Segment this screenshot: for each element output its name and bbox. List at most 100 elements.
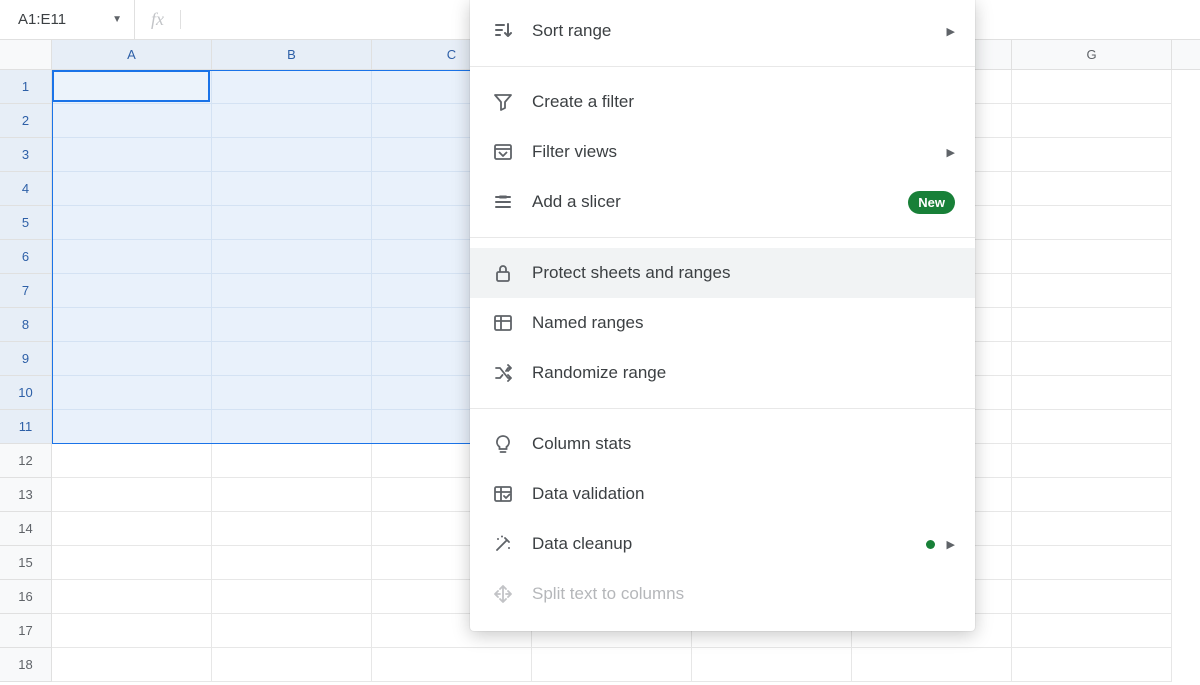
menu-item-sort-range[interactable]: Sort range▶ [470, 6, 975, 56]
cell[interactable] [1012, 104, 1172, 138]
menu-item-label: Create a filter [532, 92, 937, 112]
cell[interactable] [1012, 308, 1172, 342]
cell[interactable] [212, 138, 372, 172]
cell[interactable] [212, 410, 372, 444]
cell[interactable] [1012, 648, 1172, 682]
chevron-right-icon: ▶ [947, 146, 955, 159]
select-all-corner[interactable] [0, 40, 52, 69]
cell[interactable] [212, 240, 372, 274]
cell[interactable] [52, 580, 212, 614]
cell[interactable] [52, 648, 212, 682]
cell[interactable] [52, 308, 212, 342]
cell[interactable] [212, 614, 372, 648]
cell[interactable] [212, 512, 372, 546]
row-header[interactable]: 13 [0, 478, 52, 512]
cell[interactable] [1012, 274, 1172, 308]
menu-item-create-filter[interactable]: Create a filter [470, 77, 975, 127]
cell[interactable] [1012, 206, 1172, 240]
cell[interactable] [52, 104, 212, 138]
row-header[interactable]: 15 [0, 546, 52, 580]
menu-item-add-slicer[interactable]: Add a slicerNew [470, 177, 975, 227]
cell[interactable] [52, 376, 212, 410]
cell[interactable] [1012, 444, 1172, 478]
cell[interactable] [1012, 614, 1172, 648]
cell[interactable] [52, 410, 212, 444]
cell[interactable] [212, 70, 372, 104]
cell[interactable] [1012, 376, 1172, 410]
cell[interactable] [1012, 478, 1172, 512]
cell[interactable] [52, 614, 212, 648]
cell[interactable] [212, 546, 372, 580]
cell[interactable] [52, 70, 212, 104]
row-header[interactable]: 10 [0, 376, 52, 410]
cell[interactable] [52, 342, 212, 376]
menu-item-filter-views[interactable]: Filter views ▶ [470, 127, 975, 177]
cell[interactable] [212, 104, 372, 138]
cell[interactable] [52, 444, 212, 478]
menu-item-label: Filter views [532, 142, 929, 162]
cell[interactable] [52, 172, 212, 206]
cell[interactable] [1012, 240, 1172, 274]
lock-icon [492, 262, 514, 284]
row-header[interactable]: 2 [0, 104, 52, 138]
row-header[interactable]: 7 [0, 274, 52, 308]
cell[interactable] [1012, 512, 1172, 546]
cell[interactable] [1012, 342, 1172, 376]
row-header[interactable]: 5 [0, 206, 52, 240]
cell[interactable] [212, 342, 372, 376]
row-header[interactable]: 8 [0, 308, 52, 342]
cell[interactable] [532, 648, 692, 682]
row-header[interactable]: 14 [0, 512, 52, 546]
cell[interactable] [212, 580, 372, 614]
menu-item-label: Split text to columns [532, 584, 937, 604]
cell[interactable] [1012, 70, 1172, 104]
row-header[interactable]: 9 [0, 342, 52, 376]
cell[interactable] [212, 376, 372, 410]
row-header[interactable]: 18 [0, 648, 52, 682]
row-header[interactable]: 4 [0, 172, 52, 206]
row-header[interactable]: 11 [0, 410, 52, 444]
cell[interactable] [52, 512, 212, 546]
menu-item-protect[interactable]: Protect sheets and ranges [470, 248, 975, 298]
column-header[interactable]: A [52, 40, 212, 69]
cell[interactable] [212, 648, 372, 682]
row-header[interactable]: 1 [0, 70, 52, 104]
menu-item-data-validation[interactable]: Data validation [470, 469, 975, 519]
row-header[interactable]: 6 [0, 240, 52, 274]
menu-item-label: Column stats [532, 434, 937, 454]
cell[interactable] [372, 648, 532, 682]
cell[interactable] [1012, 172, 1172, 206]
cell[interactable] [212, 274, 372, 308]
chevron-right-icon: ▶ [947, 538, 955, 551]
cell[interactable] [52, 478, 212, 512]
cell[interactable] [52, 274, 212, 308]
cell[interactable] [52, 240, 212, 274]
row-header[interactable]: 12 [0, 444, 52, 478]
menu-item-data-cleanup[interactable]: Data cleanup▶ [470, 519, 975, 569]
cell[interactable] [212, 172, 372, 206]
menu-item-column-stats[interactable]: Column stats [470, 419, 975, 469]
cell[interactable] [692, 648, 852, 682]
cell[interactable] [1012, 546, 1172, 580]
row-header[interactable]: 16 [0, 580, 52, 614]
cell[interactable] [1012, 410, 1172, 444]
menu-item-right: New [908, 191, 955, 214]
cell[interactable] [212, 478, 372, 512]
name-box[interactable]: A1:E11 ▼ [0, 0, 134, 39]
menu-item-named-ranges[interactable]: Named ranges [470, 298, 975, 348]
menu-item-randomize[interactable]: Randomize range [470, 348, 975, 398]
cell[interactable] [52, 206, 212, 240]
cell[interactable] [212, 206, 372, 240]
cell[interactable] [212, 308, 372, 342]
menu-item-label: Sort range [532, 21, 929, 41]
cell[interactable] [852, 648, 1012, 682]
cell[interactable] [1012, 580, 1172, 614]
row-header[interactable]: 3 [0, 138, 52, 172]
row-header[interactable]: 17 [0, 614, 52, 648]
column-header[interactable]: B [212, 40, 372, 69]
cell[interactable] [52, 546, 212, 580]
cell[interactable] [1012, 138, 1172, 172]
cell[interactable] [52, 138, 212, 172]
cell[interactable] [212, 444, 372, 478]
column-header[interactable]: G [1012, 40, 1172, 69]
